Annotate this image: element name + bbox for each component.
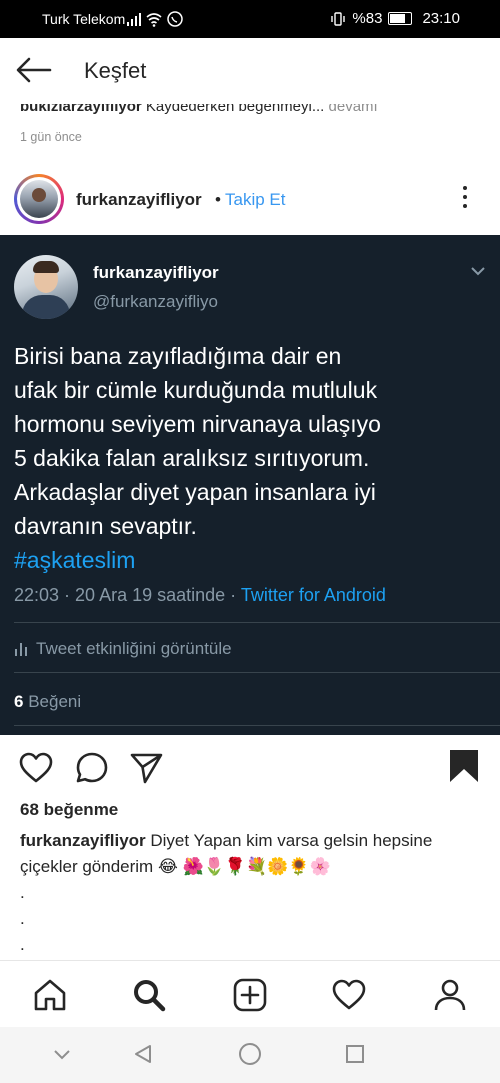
add-post-icon[interactable] (232, 977, 268, 1013)
bottom-navigation (0, 960, 500, 1027)
tweet-activity-label: Tweet etkinliğini görüntüle (36, 639, 232, 658)
comment-text: Kaydederken begenmeyi... (145, 104, 325, 115)
tweet-like-label: Beğeni (23, 692, 82, 711)
collapse-icon[interactable] (52, 1047, 72, 1061)
tweet-meta: 22:03 · 20 Ara 19 saatinde · Twitter for… (14, 585, 386, 606)
caption-dot: . (20, 935, 25, 954)
tweet-line: 5 dakika falan aralıksız sırıtıyorum. (14, 445, 370, 471)
post-image-tweet[interactable]: furkanzayifliyor @furkanzayifliyo Birisi… (0, 235, 500, 735)
tweet-date: 22:03 · 20 Ara 19 saatinde · (14, 585, 241, 605)
post-username[interactable]: furkanzayifliyor (76, 190, 202, 210)
like-heart-icon[interactable] (18, 750, 54, 786)
tweet-line: hormonu seviyem nirvanaya ulaşıyo (14, 411, 381, 437)
comment-icon[interactable] (74, 750, 110, 786)
tweet-source: Twitter for Android (240, 585, 386, 605)
top-header: Keşfet (0, 38, 500, 104)
tweet-avatar (14, 255, 78, 319)
back-triangle-icon[interactable] (132, 1043, 154, 1065)
tweet-hashtag: #aşkateslim (14, 547, 136, 573)
search-icon[interactable] (131, 977, 167, 1013)
status-bar: Turk Telekom %83 23:10 (0, 0, 500, 38)
system-navigation (0, 1027, 500, 1083)
profile-icon[interactable] (432, 977, 468, 1013)
tweet-handle: @furkanzayifliyo (93, 292, 218, 311)
caption-dot: . (20, 883, 25, 902)
vibrate-icon (331, 11, 346, 26)
comment-more-link[interactable]: devamı (329, 104, 378, 115)
home-icon[interactable] (32, 977, 68, 1013)
tweet-line: davranın sevaptır. (14, 513, 197, 539)
back-arrow-icon[interactable] (14, 56, 54, 84)
likes-count[interactable]: 68 beğenme (20, 800, 118, 820)
carrier-label: Turk Telekom (42, 11, 126, 27)
tweet-likes: 6 Beğeni (14, 692, 81, 712)
caption-username[interactable]: furkanzayifliyor (20, 831, 146, 850)
home-circle-icon[interactable] (238, 1042, 262, 1066)
signal-wifi-icons (127, 11, 183, 27)
recents-square-icon[interactable] (345, 1044, 365, 1064)
page-title: Keşfet (84, 58, 147, 83)
comment-timestamp: 1 gün önce (20, 130, 82, 144)
tweet-line: Arkadaşlar diyet yapan insanlara iyi (14, 479, 376, 505)
save-bookmark-icon[interactable] (446, 748, 482, 784)
share-send-icon[interactable] (128, 750, 164, 786)
bar-chart-icon (15, 643, 27, 656)
more-options-icon[interactable] (458, 186, 472, 212)
post-caption: furkanzayifliyor Diyet Yapan kim varsa g… (20, 828, 490, 880)
tweet-text: Birisi bana zayıfladığıma dair en ufak b… (14, 339, 484, 577)
activity-heart-icon[interactable] (331, 977, 367, 1013)
battery-icon (388, 12, 413, 25)
tweet-line: Birisi bana zayıfladığıma dair en (14, 343, 342, 369)
status-right: %83 23:10 (330, 10, 460, 27)
clock: 23:10 (422, 10, 460, 27)
tweet-line: ufak bir cümle kurduğunda mutluluk (14, 377, 378, 403)
comment-username[interactable]: bukiziarzayifliyor (20, 104, 142, 115)
caption-dots: . . . (20, 880, 25, 958)
tweet-activity: Tweet etkinliğini görüntüle (14, 639, 232, 659)
chevron-down-icon (471, 267, 485, 276)
divider (14, 672, 500, 673)
tweet-display-name: furkanzayifliyor (93, 263, 219, 282)
caption-dot: . (20, 909, 25, 928)
follow-button[interactable]: Takip Et (225, 190, 285, 210)
divider (14, 622, 500, 623)
avatar[interactable] (20, 180, 58, 218)
separator-dot: • (215, 190, 221, 209)
previous-comment: bukiziarzayifliyor Kaydederken begenmeyi… (0, 104, 500, 120)
divider (14, 725, 500, 726)
battery-percent: %83 (352, 10, 383, 27)
